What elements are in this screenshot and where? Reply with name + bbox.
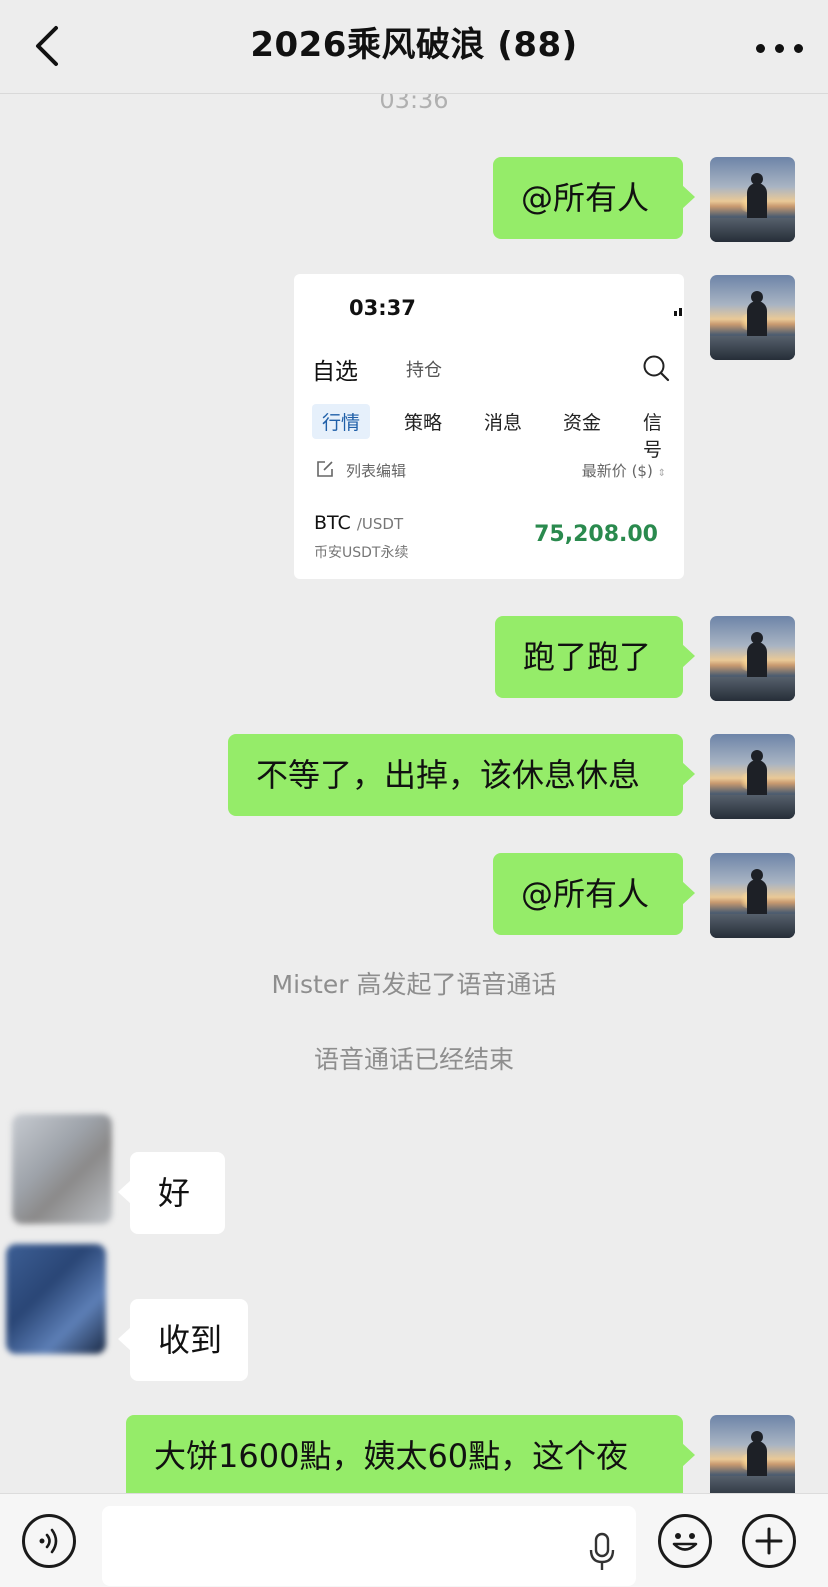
chip-market: 行情: [312, 404, 371, 439]
chip-news: 消息: [484, 412, 523, 434]
sort-icon: ⇕: [657, 468, 666, 479]
message-text: 收到: [158, 1321, 223, 1359]
message-text: @所有人: [521, 875, 650, 913]
tab-watchlist: 自选: [312, 359, 358, 385]
edit-icon: [317, 461, 333, 477]
message-bubble[interactable]: 不等了，出掉，该休息休息: [228, 734, 695, 816]
message-bubble[interactable]: 收到: [118, 1299, 248, 1381]
system-message-call-started: Mister 高发起了语音通话: [271, 970, 557, 999]
latest-price-label: 最新价 ($) ⇕: [581, 462, 666, 480]
avatar[interactable]: [710, 734, 795, 819]
list-edit-label: 列表编辑: [346, 462, 407, 480]
message-text: 大饼1600點，姨太60點，这个夜: [154, 1437, 629, 1475]
avatar[interactable]: [710, 1415, 795, 1494]
chat-header: 2026乘风破浪 (88): [0, 0, 828, 94]
emoji-icon[interactable]: [658, 1514, 712, 1568]
timestamp: 03:36: [379, 94, 449, 114]
message-bubble[interactable]: 大饼1600點，姨太60點，这个夜: [126, 1415, 695, 1494]
exchange-label: 币安USDT永续: [314, 545, 409, 561]
message-bubble[interactable]: @所有人: [493, 853, 695, 935]
coin-pair: /USDT: [356, 515, 404, 533]
avatar[interactable]: [12, 1114, 112, 1224]
input-bar: [0, 1493, 828, 1587]
card-time: 03:37: [349, 296, 416, 320]
avatar[interactable]: [710, 616, 795, 701]
tab-positions: 持仓: [406, 360, 442, 381]
chip-funds: 资金: [563, 412, 602, 434]
voice-icon[interactable]: [22, 1514, 76, 1568]
mic-icon[interactable]: [588, 1532, 616, 1572]
chat-area[interactable]: 03:36 @所有人 03:37 自选 持仓 行情 策略 消息 资金 信号 列表…: [0, 94, 828, 1494]
group-title: 2026乘风破浪 (88): [250, 25, 578, 65]
message-text: 不等了，出掉，该休息休息: [256, 756, 641, 794]
coin-price: 75,208.00: [534, 522, 658, 547]
avatar[interactable]: [6, 1244, 106, 1354]
message-bubble[interactable]: @所有人: [493, 157, 695, 239]
search-icon: [643, 355, 670, 382]
message-bubble[interactable]: 跑了跑了: [495, 616, 695, 698]
message-text: 跑了跑了: [523, 638, 652, 676]
screenshot-image-message[interactable]: 03:37 自选 持仓 行情 策略 消息 资金 信号 列表编辑 最新价 ($) …: [294, 274, 684, 579]
avatar[interactable]: [710, 853, 795, 938]
plus-icon[interactable]: [742, 1514, 796, 1568]
message-bubble[interactable]: 好: [118, 1152, 225, 1234]
message-input[interactable]: [102, 1506, 636, 1586]
signal-icon: [674, 308, 682, 316]
coin-name: BTC /USDT: [314, 512, 404, 534]
message-text: @所有人: [521, 179, 650, 217]
avatar[interactable]: [710, 275, 795, 360]
chip-strategy: 策略: [404, 412, 443, 434]
more-dots-icon[interactable]: [756, 38, 804, 56]
system-message-call-ended: 语音通话已经结束: [313, 1045, 514, 1074]
chip-signal: 信号: [643, 412, 663, 461]
avatar[interactable]: [710, 157, 795, 242]
message-text: 好: [158, 1174, 191, 1212]
